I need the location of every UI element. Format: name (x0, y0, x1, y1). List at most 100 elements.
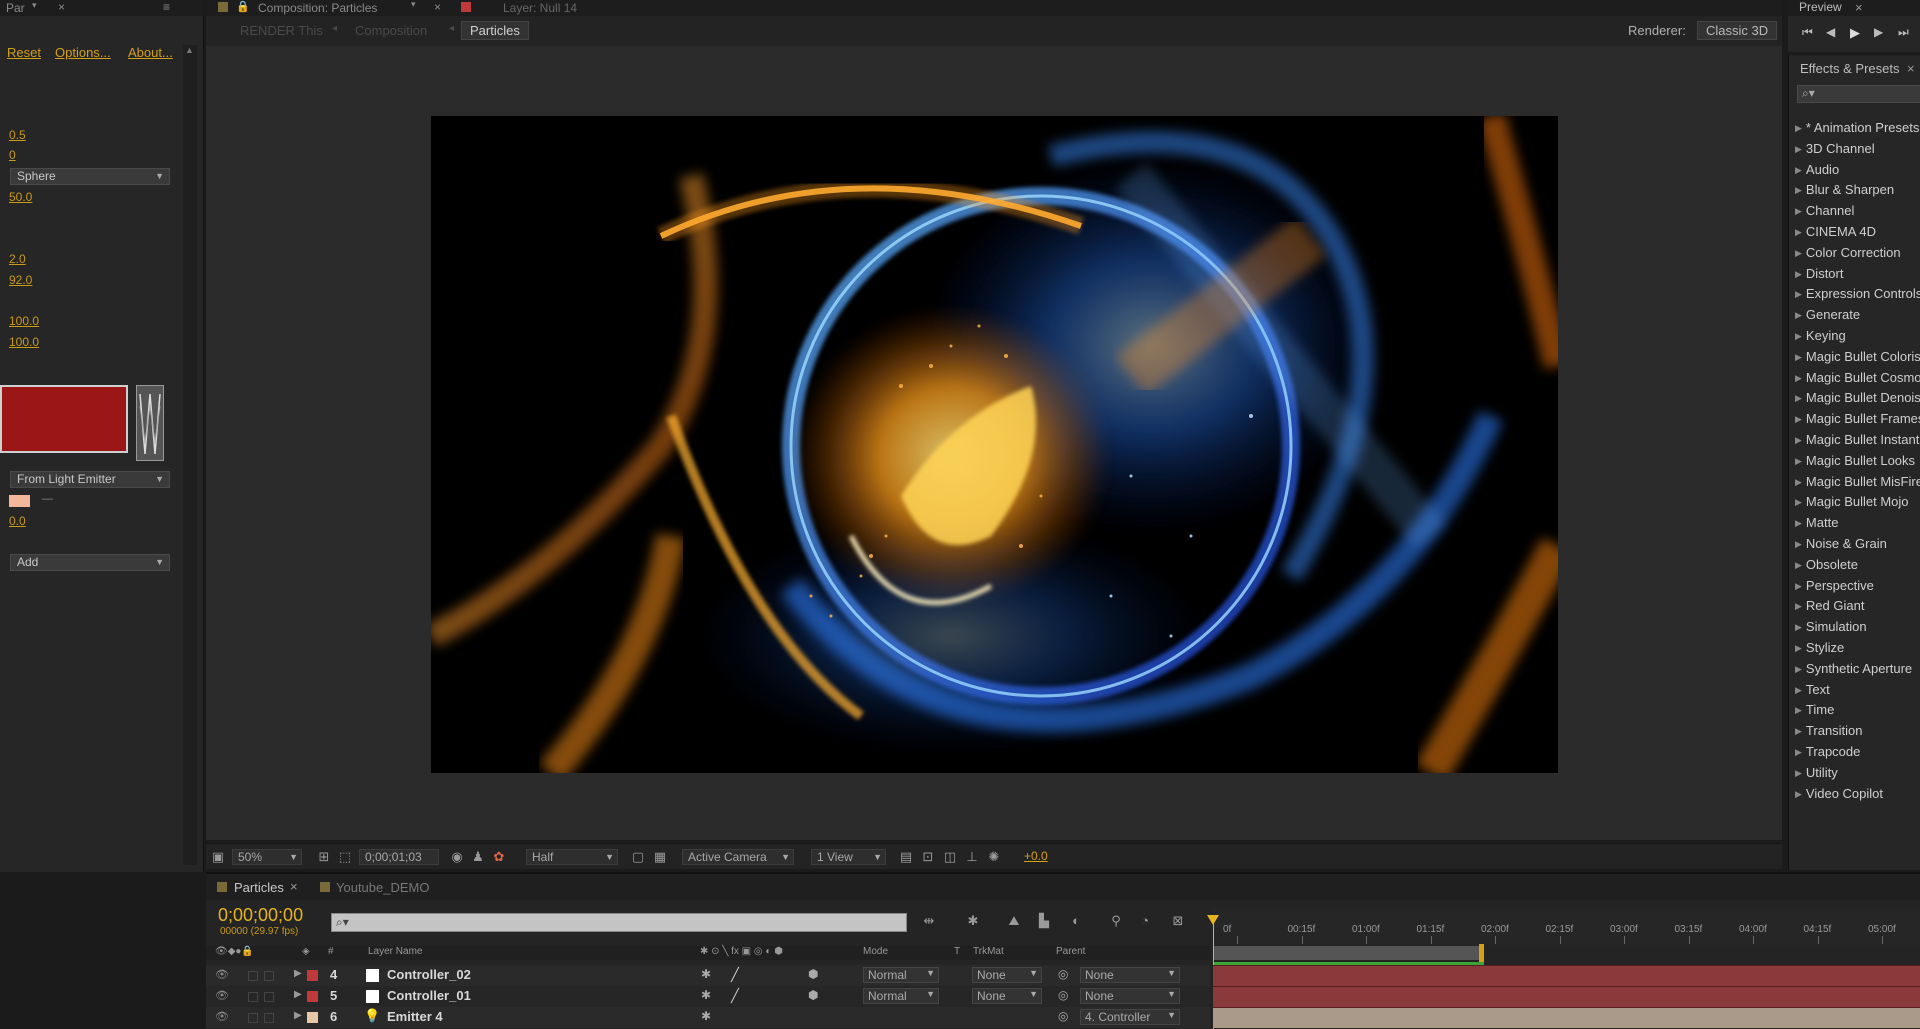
disclosure-triangle-icon[interactable]: ▶ (1795, 664, 1802, 674)
frame-blending-icon[interactable]: ▙ (1036, 913, 1052, 929)
disclosure-triangle-icon[interactable]: ▶ (1795, 206, 1802, 216)
param-value[interactable]: 50.0 (9, 190, 32, 204)
label-color-icon[interactable] (307, 1012, 318, 1023)
effects-category-item[interactable]: ▶ Magic Bullet Denoiser (1795, 390, 1920, 406)
tab-youtube-demo[interactable]: Youtube_DEMO (336, 880, 429, 895)
param-value[interactable]: 100.0 (9, 314, 39, 328)
breadcrumb-current[interactable]: Particles (461, 21, 529, 40)
toggle-pixel-aspect-icon[interactable]: ▤ (898, 849, 914, 865)
current-time[interactable]: 0;00;00;00 (218, 905, 303, 926)
effects-category-item[interactable]: ▶ 3D Channel (1795, 141, 1875, 157)
panel-menu-icon[interactable]: ≡ (163, 0, 170, 14)
disclosure-triangle-icon[interactable]: ▶ (1795, 789, 1802, 799)
effects-category-item[interactable]: ▶ Matte (1795, 515, 1838, 531)
close-icon[interactable]: × (58, 0, 65, 14)
3d-layer-icon[interactable]: ⬢ (808, 988, 818, 1002)
effects-category-item[interactable]: ▶ Generate (1795, 307, 1860, 323)
color-source-dropdown[interactable]: From Light Emitter ▼ (10, 471, 170, 488)
shy-switch-icon[interactable]: ✱ (701, 1009, 711, 1023)
disclosure-triangle-icon[interactable]: ▶ (1795, 539, 1802, 549)
3d-layer-icon[interactable]: ⬢ (808, 967, 818, 981)
tab-particles[interactable]: Particles (234, 880, 284, 895)
brainstorm-icon[interactable]: ⊠ (1170, 913, 1186, 929)
lock-checkbox[interactable] (264, 971, 274, 981)
flowchart-icon[interactable]: ⊥ (964, 849, 980, 865)
view-layout-dropdown[interactable]: 1 View ▼ (811, 849, 886, 865)
effects-category-item[interactable]: ▶ Perspective (1795, 578, 1874, 594)
visibility-eye-icon[interactable]: 👁 (215, 989, 229, 1002)
pick-whip-icon[interactable]: ◎ (1058, 967, 1068, 981)
solo-checkbox[interactable] (248, 992, 258, 1002)
disclosure-triangle-icon[interactable]: ▶ (1795, 643, 1802, 653)
effects-category-item[interactable]: ▶ Obsolete (1795, 557, 1858, 573)
effects-category-item[interactable]: ▶ Magic Bullet Cosmo (1795, 370, 1920, 386)
close-icon[interactable]: × (1907, 61, 1915, 76)
graph-editor-icon[interactable]: ⚲ (1108, 913, 1124, 929)
effects-category-item[interactable]: ▶ Audio (1795, 162, 1839, 178)
close-icon[interactable]: × (290, 879, 298, 894)
play-icon[interactable]: ▶ (1850, 25, 1860, 41)
current-time-display[interactable]: 0;00;01;03 (359, 849, 439, 865)
chevron-down-icon[interactable]: ▾ (411, 0, 416, 10)
disclosure-triangle-icon[interactable]: ▶ (1795, 144, 1802, 154)
disclosure-triangle-icon[interactable]: ▶ (1795, 269, 1802, 279)
show-snapshot-icon[interactable]: ♟ (470, 849, 486, 865)
always-preview-icon[interactable]: ▣ (210, 849, 226, 865)
breadcrumb-item[interactable]: Composition (355, 23, 427, 38)
exposure-icon[interactable]: ✺ (986, 849, 1002, 865)
shy-layers-icon[interactable]: ⛰ (1006, 913, 1022, 929)
previous-frame-icon[interactable]: ◀ (1826, 25, 1835, 39)
resolution-dropdown[interactable]: Half ▼ (526, 849, 618, 865)
expand-triangle-icon[interactable]: ▶ (294, 1010, 302, 1021)
effects-category-item[interactable]: ▶ Magic Bullet MisFire (1795, 474, 1920, 490)
blend-mode-dropdown[interactable]: Normal ▼ (863, 967, 939, 983)
color-swatch-small[interactable] (9, 495, 30, 507)
disclosure-triangle-icon[interactable]: ▶ (1795, 248, 1802, 258)
work-area-end-handle[interactable] (1479, 944, 1484, 962)
fast-previews-icon[interactable]: ⊡ (920, 849, 936, 865)
effects-category-item[interactable]: ▶Magic Bullet Instant HD (1795, 432, 1920, 448)
param-value[interactable]: 0 (9, 148, 16, 162)
disclosure-triangle-icon[interactable]: ▶ (1795, 289, 1802, 299)
region-of-interest-icon[interactable]: ▢ (630, 849, 646, 865)
layer-row[interactable]: 👁 ▶ 6 💡 Emitter 4 ✱ ◎ 4. Controller ▼ (206, 1007, 1210, 1028)
transfer-mode-dropdown[interactable]: Add ▼ (10, 554, 170, 571)
disclosure-triangle-icon[interactable]: ▶ (1795, 622, 1802, 632)
effects-category-item[interactable]: ▶ Channel (1795, 203, 1854, 219)
lock-checkbox[interactable] (264, 1013, 274, 1023)
disclosure-triangle-icon[interactable]: ▶ (1795, 227, 1802, 237)
breadcrumb-item[interactable]: RENDER This (240, 23, 323, 38)
effects-category-item[interactable]: ▶ Magic Bullet Looks (1795, 453, 1915, 469)
effects-category-item[interactable]: ▶ Simulation (1795, 619, 1867, 635)
disclosure-triangle-icon[interactable]: ▶ (1795, 393, 1802, 403)
pick-whip-icon[interactable]: ◎ (1058, 1009, 1068, 1023)
about-link[interactable]: About... (128, 45, 173, 60)
disclosure-triangle-icon[interactable]: ▶ (1795, 373, 1802, 383)
last-frame-icon[interactable]: ⏭ (1898, 25, 1909, 40)
close-icon[interactable]: × (434, 0, 441, 14)
snapshot-icon[interactable]: ◉ (449, 849, 465, 865)
mask-visibility-icon[interactable]: ⬚ (337, 849, 353, 865)
effects-search-input[interactable]: ⌕▾ (1797, 85, 1920, 103)
disclosure-triangle-icon[interactable]: ▶ (1795, 331, 1802, 341)
shy-switch-icon[interactable]: ✱ (701, 988, 711, 1002)
composition-render-frame[interactable] (431, 116, 1558, 773)
disclosure-triangle-icon[interactable]: ▶ (1795, 747, 1802, 757)
zoom-dropdown[interactable]: 50% ▼ (232, 849, 302, 865)
lock-checkbox[interactable] (264, 992, 274, 1002)
layer-row[interactable]: 👁 ▶ 5 Controller_01 ✱ ╱ ⬢ Normal ▼ None ▼ ◎ None ▼ (206, 986, 1210, 1007)
camera-dropdown[interactable]: Active Camera ▼ (682, 849, 794, 865)
param-value[interactable]: 0.0 (9, 514, 26, 528)
timeline-search-input[interactable]: ⌕▾ (331, 913, 907, 932)
tab-layer[interactable]: Layer: Null 14 (503, 1, 577, 15)
disclosure-triangle-icon[interactable]: ▶ (1795, 560, 1802, 570)
layer-row[interactable]: 👁 ▶ 4 Controller_02 ✱ ╱ ⬢ Normal ▼ None ▼ ◎ None ▼ (206, 965, 1210, 986)
next-frame-icon[interactable]: ▶ (1874, 25, 1883, 39)
layer-name[interactable]: Emitter 4 (387, 1009, 443, 1024)
disclosure-triangle-icon[interactable]: ▶ (1795, 165, 1802, 175)
work-area-bar[interactable] (1213, 946, 1484, 960)
disclosure-triangle-icon[interactable]: ▶ (1795, 435, 1802, 445)
effects-category-item[interactable]: ▶ Color Correction (1795, 245, 1901, 261)
blend-mode-dropdown[interactable]: Normal ▼ (863, 988, 939, 1004)
layer-duration-bar[interactable] (1213, 986, 1920, 1007)
